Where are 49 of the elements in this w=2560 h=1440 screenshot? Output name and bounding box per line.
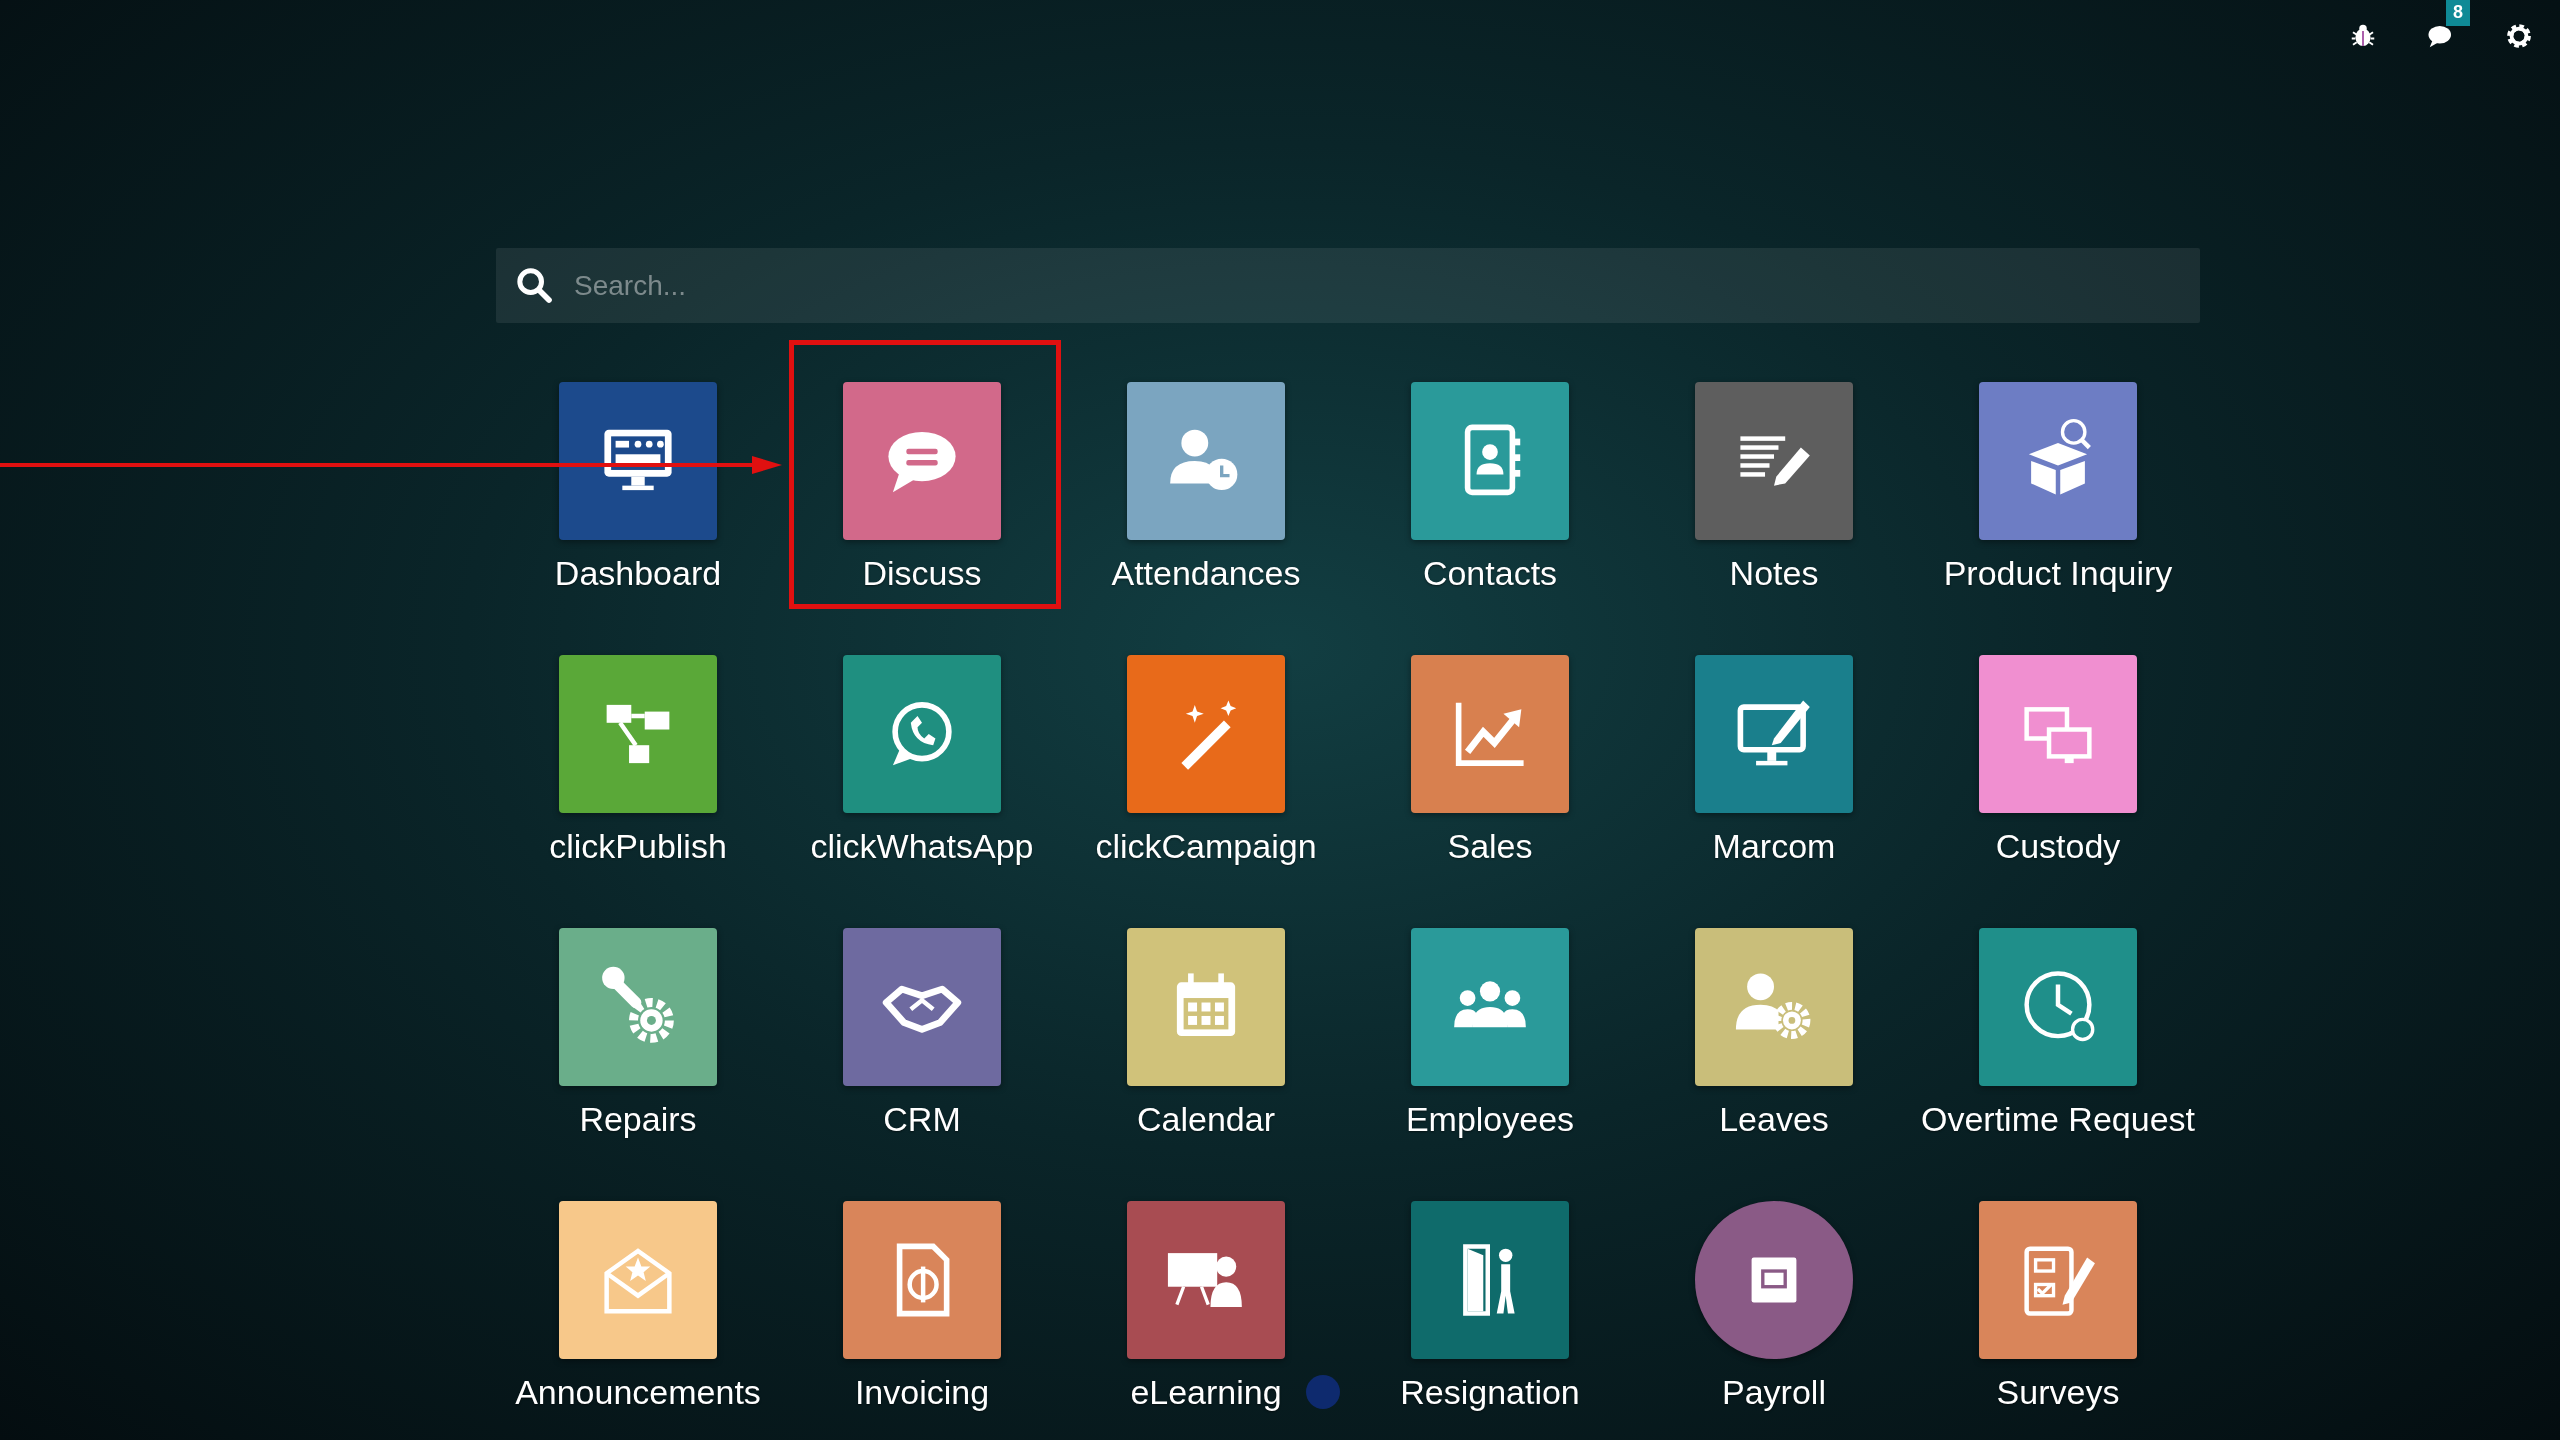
app-label[interactable]: Notes — [1729, 553, 1819, 593]
app-label[interactable]: Payroll — [1722, 1372, 1826, 1412]
flowchart-icon[interactable] — [559, 655, 717, 813]
door-person-icon[interactable] — [1411, 1201, 1569, 1359]
settings-icon[interactable] — [2504, 21, 2534, 51]
app-label[interactable]: clickWhatsApp — [810, 826, 1034, 866]
app-label[interactable]: Overtime Request — [1921, 1099, 2195, 1139]
clock-icon[interactable] — [1979, 928, 2137, 1086]
app-label[interactable]: clickPublish — [549, 826, 727, 866]
app-label[interactable]: clickCampaign — [1095, 826, 1317, 866]
rising-chart-icon[interactable] — [1411, 655, 1569, 813]
box-magnifier-icon[interactable] — [1979, 382, 2137, 540]
calendar-icon[interactable] — [1127, 928, 1285, 1086]
app-label[interactable]: Repairs — [579, 1099, 697, 1139]
app-label[interactable]: Employees — [1405, 1099, 1575, 1139]
app-label[interactable]: Custody — [1995, 826, 2121, 866]
message-count-badge: 8 — [2446, 0, 2470, 26]
notepad-pencil-icon[interactable] — [1695, 382, 1853, 540]
document-coin-icon[interactable] — [843, 1201, 1001, 1359]
app-label[interactable]: Resignation — [1400, 1372, 1580, 1412]
app-label[interactable]: Product Inquiry — [1943, 553, 2173, 593]
phone-chat-icon[interactable] — [843, 655, 1001, 813]
app-label[interactable]: CRM — [883, 1099, 961, 1139]
app-label[interactable]: Marcom — [1712, 826, 1836, 866]
monitor-icon[interactable] — [559, 382, 717, 540]
monitor-pen-icon[interactable] — [1695, 655, 1853, 813]
checklist-pencil-icon[interactable] — [1979, 1201, 2137, 1359]
app-label[interactable]: Sales — [1447, 826, 1533, 866]
app-label[interactable]: Discuss — [862, 553, 982, 593]
app-label[interactable]: Attendances — [1111, 553, 1301, 593]
search-icon — [514, 265, 554, 305]
app-label[interactable]: Dashboard — [554, 553, 722, 593]
app-label[interactable]: eLearning — [1130, 1372, 1282, 1412]
app-label[interactable]: Contacts — [1422, 553, 1558, 593]
app-label[interactable]: Calendar — [1137, 1099, 1275, 1139]
address-book-icon[interactable] — [1411, 382, 1569, 540]
app-label[interactable]: Leaves — [1719, 1099, 1829, 1139]
wrench-gear-icon[interactable] — [559, 928, 717, 1086]
magic-wand-icon[interactable] — [1127, 655, 1285, 813]
app-label[interactable]: Announcements — [515, 1372, 761, 1412]
app-label[interactable]: Surveys — [1996, 1372, 2120, 1412]
app-label[interactable]: Invoicing — [854, 1372, 990, 1412]
presentation-icon[interactable] — [1127, 1201, 1285, 1359]
people-icon[interactable] — [1411, 928, 1569, 1086]
handshake-icon[interactable] — [843, 928, 1001, 1086]
person-clock-icon[interactable] — [1127, 382, 1285, 540]
screens-icon[interactable] — [1979, 655, 2137, 813]
chat-bubble-icon[interactable] — [843, 382, 1001, 540]
person-gear-icon[interactable] — [1695, 928, 1853, 1086]
